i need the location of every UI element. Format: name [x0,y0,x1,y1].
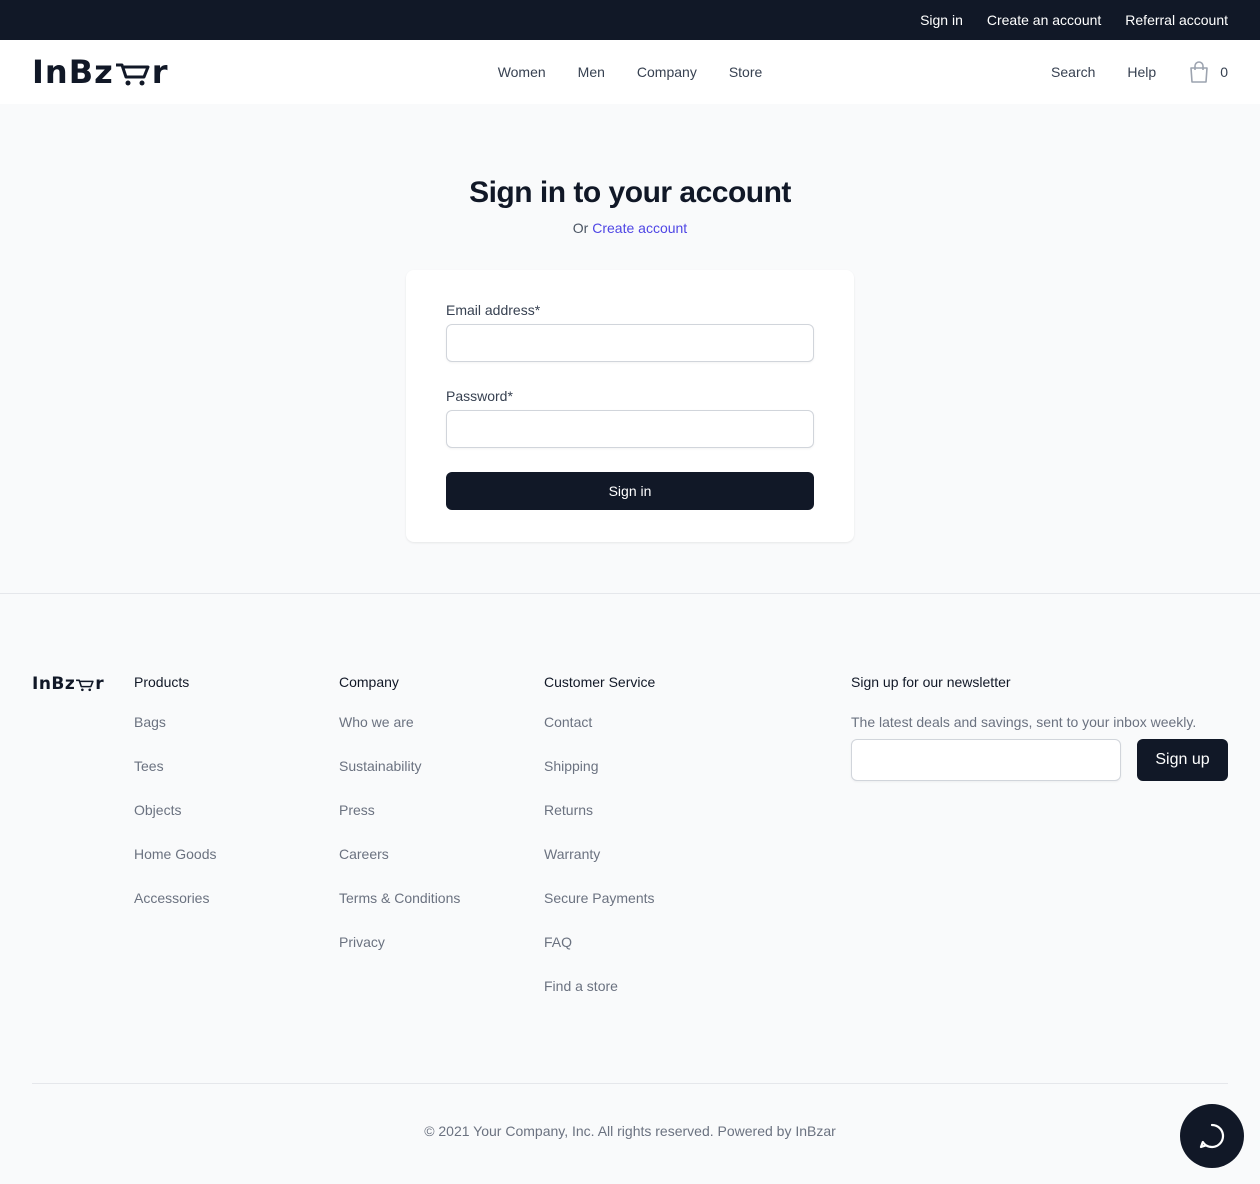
top-signin-link[interactable]: Sign in [920,12,963,28]
footer-link[interactable]: Objects [134,802,339,846]
cart-icon [115,63,150,86]
footer-logo[interactable]: InBz r [32,674,134,694]
products-column: Products Bags Tees Objects Home Goods Ac… [134,674,339,1022]
footer-link[interactable]: FAQ [544,934,851,978]
signin-section: Sign in to your account Or Create accoun… [0,104,1260,594]
email-field-group: Email address* [446,302,814,362]
email-input[interactable] [446,324,814,362]
footer-link[interactable]: Bags [134,714,339,758]
newsletter-section: Sign up for our newsletter The latest de… [851,674,1228,1022]
nav-men[interactable]: Men [578,64,605,80]
footer-columns: InBz r Products Bags Tees Objects Home G… [32,674,1228,1022]
footer-link[interactable]: Careers [339,846,544,890]
page-title: Sign in to your account [469,176,791,209]
footer-link[interactable]: Warranty [544,846,851,890]
search-link[interactable]: Search [1051,64,1095,80]
shopping-bag-icon [1190,61,1209,83]
signin-subtitle: Or Create account [573,220,687,236]
cart-icon [76,679,94,692]
newsletter-email-input[interactable] [851,739,1121,781]
password-field-group: Password* [446,388,814,448]
logo[interactable]: InBz r [32,53,168,91]
company-list: Who we are Sustainability Press Careers … [339,714,544,978]
newsletter-signup-button[interactable]: Sign up [1137,739,1228,781]
footer-divider [32,1083,1228,1084]
signin-button[interactable]: Sign in [446,472,814,510]
company-title: Company [339,674,399,690]
top-referral-account-link[interactable]: Referral account [1125,12,1228,28]
logo-text: InBz [32,53,114,91]
create-account-link[interactable]: Create account [592,220,687,236]
footer-link[interactable]: Privacy [339,934,544,978]
top-bar: Sign in Create an account Referral accou… [0,0,1260,40]
footer-link[interactable]: Home Goods [134,846,339,890]
email-label: Email address* [446,302,541,318]
footer-link[interactable]: Returns [544,802,851,846]
cart-count: 0 [1220,64,1228,80]
copyright-text: © 2021 Your Company, Inc. All rights res… [424,1123,836,1139]
newsletter-title: Sign up for our newsletter [851,674,1011,690]
customer-service-column: Customer Service Contact Shipping Return… [544,674,851,1022]
footer-link[interactable]: Terms & Conditions [339,890,544,934]
nav-store[interactable]: Store [729,64,762,80]
site-header: InBz r Women Men Company Store Search He… [0,40,1260,104]
newsletter-description: The latest deals and savings, sent to yo… [851,714,1197,730]
nav-women[interactable]: Women [498,64,546,80]
newsletter-form: Sign up [851,739,1228,781]
site-footer: InBz r Products Bags Tees Objects Home G… [0,594,1260,1184]
password-input[interactable] [446,410,814,448]
footer-logo-text: InBz [32,674,76,694]
header-actions: Search Help 0 [1051,60,1228,84]
footer-link[interactable]: Secure Payments [544,890,851,934]
footer-link[interactable]: Accessories [134,890,339,934]
footer-logo-wrap: InBz r [32,674,134,1022]
footer-link[interactable]: Press [339,802,544,846]
footer-link[interactable]: Sustainability [339,758,544,802]
nav-company[interactable]: Company [637,64,697,80]
customer-service-title: Customer Service [544,674,656,690]
footer-link[interactable]: Find a store [544,978,851,1022]
footer-link[interactable]: Contact [544,714,851,758]
chat-button[interactable] [1180,1104,1244,1168]
footer-logo-tail: r [95,674,105,694]
cart-button[interactable]: 0 [1188,60,1228,84]
footer-link[interactable]: Who we are [339,714,544,758]
products-title: Products [134,674,190,690]
top-create-account-link[interactable]: Create an account [987,12,1101,28]
customer-service-list: Contact Shipping Returns Warranty Secure… [544,714,851,1022]
password-label: Password* [446,388,513,404]
footer-link[interactable]: Shipping [544,758,851,802]
logo-text-tail: r [151,53,169,91]
products-list: Bags Tees Objects Home Goods Accessories [134,714,339,934]
or-text: Or [572,220,589,236]
signin-card: Email address* Password* Sign in [406,270,854,542]
chat-bubble-icon [1199,1123,1225,1149]
company-column: Company Who we are Sustainability Press … [339,674,544,1022]
help-link[interactable]: Help [1127,64,1156,80]
footer-link[interactable]: Tees [134,758,339,802]
